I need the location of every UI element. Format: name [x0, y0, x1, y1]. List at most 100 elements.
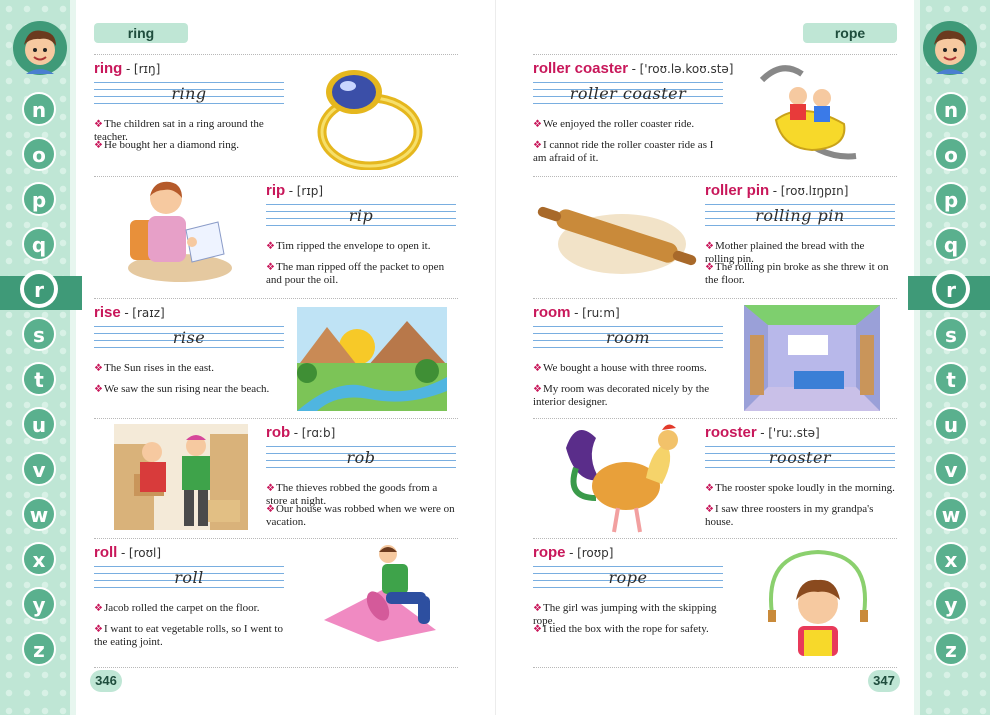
roller-coaster-illustration — [759, 65, 857, 160]
handwriting-guide-lines: roller coaster — [533, 82, 723, 110]
letter-tab-y[interactable]: y — [934, 587, 968, 621]
rolling-pin-illustration — [537, 206, 697, 274]
handwriting-guide-lines: rolling pin — [705, 204, 895, 232]
example-sentence: ❖The man ripped off the packet to open a… — [266, 261, 456, 287]
bullet-icon: ❖ — [266, 504, 275, 515]
letter-tab-q[interactable]: q — [934, 227, 968, 261]
guide-line — [533, 326, 723, 327]
entry-heading: rooster - ['ruː.stə] — [705, 424, 820, 442]
sentence-text: My room was decorated nicely by the inte… — [533, 383, 710, 408]
right-page-number: 347 — [868, 670, 900, 692]
book-spread: { "left_page": { "guide_word": "ring", "… — [0, 0, 990, 715]
guide-line — [94, 347, 284, 348]
letter-tab-o[interactable]: o — [934, 137, 968, 171]
letter-tab-r[interactable]: r — [934, 272, 968, 306]
letter-tab-q[interactable]: q — [22, 227, 56, 261]
entry-heading: rip - [rɪp] — [266, 182, 323, 200]
letter-tab-n[interactable]: n — [22, 92, 56, 126]
bullet-icon: ❖ — [533, 603, 542, 614]
rooster-illustration — [566, 424, 678, 533]
letter-tab-u[interactable]: u — [934, 407, 968, 441]
pronunciation: [ruːm] — [582, 306, 620, 320]
bullet-icon: ❖ — [94, 119, 103, 130]
sentence-text: The rooster spoke loudly in the morning. — [714, 482, 895, 494]
ring-illustration — [317, 70, 423, 170]
pronunciation: [rɑːb] — [301, 426, 336, 440]
guide-line — [533, 587, 723, 588]
sentence-text: Jacob rolled the carpet on the floor. — [103, 602, 260, 614]
headword: ring — [94, 60, 123, 77]
bullet-icon: ❖ — [705, 504, 714, 515]
letter-tab-u[interactable]: u — [22, 407, 56, 441]
headword: rip — [266, 182, 286, 199]
guide-line — [533, 103, 723, 104]
letter-tab-p[interactable]: p — [934, 182, 968, 216]
letter-tab-y[interactable]: y — [22, 587, 56, 621]
entry-heading: rob - [rɑːb] — [266, 424, 335, 442]
sentence-text: I saw three roosters in my grandpa's hou… — [705, 503, 874, 528]
letter-tab-w[interactable]: w — [22, 497, 56, 531]
entry-heading: roller coaster - ['roʊ.lə.koʊ.stə] — [533, 60, 733, 78]
example-sentence: ❖I want to eat vegetable rolls, so I wen… — [94, 623, 284, 649]
letter-tab-x[interactable]: x — [934, 542, 968, 576]
cursive-word: rolling pin — [755, 206, 845, 225]
pronunciation: [rɪŋ] — [133, 62, 161, 76]
heading-dash: - — [122, 61, 134, 76]
bullet-icon: ❖ — [266, 241, 275, 252]
letter-tab-v[interactable]: v — [934, 452, 968, 486]
cursive-word: rooster — [768, 448, 832, 467]
sentence-text: Our house was robbed when we were on vac… — [266, 503, 455, 528]
letter-tab-w[interactable]: w — [934, 497, 968, 531]
bullet-icon: ❖ — [705, 483, 714, 494]
pronunciation: [roʊp] — [577, 546, 614, 560]
guide-line — [94, 103, 284, 104]
heading-dash: - — [628, 61, 640, 76]
bullet-icon: ❖ — [533, 384, 542, 395]
example-sentence: ❖I cannot ride the roller coaster ride a… — [533, 139, 723, 165]
letter-tab-v[interactable]: v — [22, 452, 56, 486]
entry-heading: roller pin - [roʊ.lɪŋpɪn] — [705, 182, 848, 200]
example-sentence: ❖We enjoyed the roller coaster ride. — [533, 118, 723, 131]
example-sentence: ❖We saw the sun rising near the beach. — [94, 383, 284, 396]
entry-divider — [94, 418, 458, 419]
entry-divider — [94, 54, 458, 55]
entry-divider — [533, 538, 897, 539]
letter-tab-z[interactable]: z — [22, 632, 56, 666]
sentence-text: We saw the sun rising near the beach. — [103, 383, 270, 395]
heading-dash: - — [570, 305, 583, 320]
heading-dash: - — [120, 305, 133, 320]
entry-heading: roll - [roʊl] — [94, 544, 161, 562]
letter-tab-s[interactable]: s — [22, 317, 56, 351]
boy-ripping-envelope-illustration — [128, 181, 232, 282]
sentence-text: I tied the box with the rope for safety. — [542, 623, 709, 635]
pronunciation: [roʊl] — [128, 546, 162, 560]
letter-tab-p[interactable]: p — [22, 182, 56, 216]
guide-line — [266, 446, 456, 447]
bullet-icon: ❖ — [94, 603, 103, 614]
cursive-word: rope — [608, 568, 648, 587]
headword: rooster — [705, 424, 757, 441]
letter-tab-x[interactable]: x — [22, 542, 56, 576]
letter-tab-n[interactable]: n — [934, 92, 968, 126]
handwriting-guide-lines: rooster — [705, 446, 895, 474]
sentence-text: We enjoyed the roller coaster ride. — [542, 118, 695, 130]
boy-avatar-icon — [13, 21, 67, 75]
example-sentence: ❖I saw three roosters in my grandpa's ho… — [705, 503, 895, 529]
bullet-icon: ❖ — [94, 624, 103, 635]
example-sentence: ❖The rolling pin broke as she threw it o… — [705, 261, 895, 287]
handwriting-guide-lines: rope — [533, 566, 723, 594]
example-sentence: ❖Tim ripped the envelope to open it. — [266, 240, 456, 253]
letter-tab-s[interactable]: s — [934, 317, 968, 351]
right-alphabet-strip: nopqrstuvwxyz — [908, 0, 990, 715]
entry-heading: ring - [rɪŋ] — [94, 60, 160, 78]
letter-tab-z[interactable]: z — [934, 632, 968, 666]
letter-tab-o[interactable]: o — [22, 137, 56, 171]
sentence-text: I want to eat vegetable rolls, so I went… — [94, 623, 283, 648]
headword: rope — [533, 544, 566, 561]
entry-divider — [94, 298, 458, 299]
letter-tab-r[interactable]: r — [22, 272, 56, 306]
bullet-icon: ❖ — [705, 262, 714, 273]
letter-tab-t[interactable]: t — [934, 362, 968, 396]
letter-tab-t[interactable]: t — [22, 362, 56, 396]
bullet-icon: ❖ — [266, 483, 275, 494]
